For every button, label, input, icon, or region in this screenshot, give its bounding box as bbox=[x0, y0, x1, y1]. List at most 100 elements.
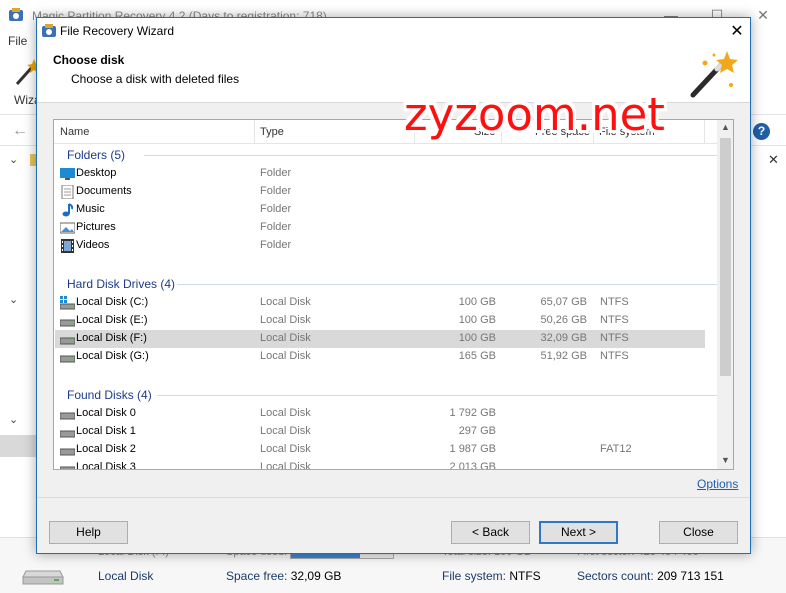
column-header-type[interactable]: Type bbox=[260, 126, 284, 138]
app-icon bbox=[42, 24, 56, 37]
column-header-name[interactable]: Name bbox=[60, 126, 89, 138]
dialog-titlebar: File Recovery Wizard ✕ bbox=[37, 18, 750, 45]
menu-file[interactable]: File bbox=[8, 34, 27, 48]
item-type: Folder bbox=[260, 203, 292, 215]
app-icon bbox=[9, 8, 23, 21]
list-item[interactable]: Documents Folder bbox=[55, 183, 705, 201]
dialog-subheading: Choose a disk with deleted files bbox=[71, 72, 240, 86]
disk-list[interactable]: Name Type Size Free space File system Fo… bbox=[53, 119, 734, 470]
item-size: 100 GB bbox=[458, 296, 496, 308]
drive-icon bbox=[60, 466, 75, 469]
drive-icon bbox=[60, 337, 75, 345]
options-link[interactable]: Options bbox=[697, 477, 738, 491]
list-item[interactable]: Local Disk (G:) Local Disk 165 GB 51,92 … bbox=[55, 348, 705, 366]
list-item[interactable]: Local Disk 1 Local Disk 297 GB bbox=[55, 423, 705, 441]
help-button[interactable]: Help bbox=[49, 521, 128, 544]
item-type: Local Disk bbox=[260, 296, 311, 308]
drive-icon bbox=[60, 412, 75, 420]
folder-tree: ⌄ ⌄ ⌄ bbox=[0, 147, 36, 537]
item-type: Local Disk bbox=[260, 314, 311, 326]
status-file-system-value: NTFS bbox=[509, 569, 541, 583]
item-name: Local Disk 0 bbox=[76, 407, 136, 419]
item-type: Local Disk bbox=[260, 461, 311, 470]
item-size: 1 792 GB bbox=[449, 407, 496, 419]
item-free-space: 32,09 GB bbox=[540, 332, 587, 344]
item-free-space: 65,07 GB bbox=[540, 296, 587, 308]
item-size: 100 GB bbox=[458, 314, 496, 326]
next-button[interactable]: Next > bbox=[539, 521, 618, 544]
item-free-space: 50,26 GB bbox=[540, 314, 587, 326]
help-icon[interactable]: ? bbox=[753, 123, 770, 140]
dialog-close-icon[interactable]: ✕ bbox=[727, 21, 747, 41]
system-drive-icon bbox=[60, 296, 75, 310]
item-size: 165 GB bbox=[458, 350, 496, 362]
drive-icon bbox=[60, 430, 75, 438]
status-sectors-count-label: Sectors count: bbox=[577, 569, 654, 583]
drive-icon bbox=[60, 319, 75, 327]
column-separator bbox=[704, 120, 705, 144]
item-type: Folder bbox=[260, 239, 292, 251]
item-name: Local Disk (C:) bbox=[76, 296, 149, 308]
status-space-free: Space free: 32,09 GB bbox=[226, 569, 341, 583]
group-divider bbox=[177, 284, 719, 285]
magic-wand-icon bbox=[690, 51, 738, 98]
list-item[interactable]: Local Disk 0 Local Disk 1 792 GB bbox=[55, 405, 705, 423]
item-size: 2 013 GB bbox=[449, 461, 496, 470]
drive-icon bbox=[60, 355, 75, 363]
back-arrow-icon[interactable]: ← bbox=[12, 122, 28, 140]
status-file-system: File system: NTFS bbox=[442, 569, 541, 583]
status-disk-label: Local Disk bbox=[98, 569, 154, 583]
watermark-text: zyzoom.net bbox=[404, 88, 665, 141]
item-name: Local Disk (E:) bbox=[76, 314, 148, 326]
item-name: Desktop bbox=[76, 167, 117, 179]
item-file-system: FAT12 bbox=[600, 443, 632, 455]
close-button[interactable]: Close bbox=[659, 521, 738, 544]
item-size: 297 GB bbox=[458, 425, 496, 437]
documents-icon bbox=[61, 185, 74, 199]
scroll-down-icon[interactable]: ▼ bbox=[717, 455, 733, 469]
scroll-up-icon[interactable]: ▲ bbox=[717, 122, 733, 136]
dialog-heading: Choose disk bbox=[53, 53, 125, 67]
item-type: Local Disk bbox=[260, 350, 311, 362]
item-free-space: 51,92 GB bbox=[540, 350, 587, 362]
item-type: Folder bbox=[260, 221, 292, 233]
status-sectors-count: Sectors count: 209 713 151 bbox=[577, 569, 724, 583]
status-file-system-label: File system: bbox=[442, 569, 507, 583]
tree-selected-item[interactable] bbox=[0, 435, 36, 457]
hard-disk-icon bbox=[22, 570, 64, 585]
status-space-free-label: Space free: bbox=[226, 569, 288, 583]
item-type: Local Disk bbox=[260, 443, 311, 455]
item-file-system: NTFS bbox=[600, 296, 629, 308]
chevron-down-icon[interactable]: ⌄ bbox=[9, 153, 18, 166]
item-size: 100 GB bbox=[458, 332, 496, 344]
item-name: Local Disk 1 bbox=[76, 425, 136, 437]
list-item[interactable]: Local Disk (C:) Local Disk 100 GB 65,07 … bbox=[55, 294, 705, 312]
group-divider bbox=[157, 395, 719, 396]
list-item[interactable]: Desktop Folder bbox=[55, 165, 705, 183]
dialog-title: File Recovery Wizard bbox=[60, 24, 175, 38]
chevron-down-icon[interactable]: ⌄ bbox=[9, 413, 18, 426]
status-space-free-value: 32,09 GB bbox=[290, 569, 342, 583]
list-item[interactable]: Local Disk 2 Local Disk 1 987 GB FAT12 bbox=[55, 441, 705, 459]
list-item[interactable]: Music Folder bbox=[55, 201, 705, 219]
vertical-scrollbar[interactable]: ▲ ▼ bbox=[717, 120, 733, 469]
back-button[interactable]: < Back bbox=[451, 521, 530, 544]
list-item[interactable]: Pictures Folder bbox=[55, 219, 705, 237]
list-item-selected[interactable]: Local Disk (F:) Local Disk 100 GB 32,09 … bbox=[55, 330, 705, 348]
list-item[interactable]: Local Disk 3 Local Disk 2 013 GB bbox=[55, 459, 705, 470]
list-item[interactable]: Local Disk (E:) Local Disk 100 GB 50,26 … bbox=[55, 312, 705, 330]
chevron-down-icon[interactable]: ⌄ bbox=[9, 293, 18, 306]
item-type: Folder bbox=[260, 167, 292, 179]
list-item[interactable]: Videos Folder bbox=[55, 237, 705, 255]
column-separator bbox=[254, 120, 255, 144]
scrollbar-thumb[interactable] bbox=[720, 138, 731, 376]
videos-icon bbox=[61, 239, 74, 253]
music-icon bbox=[62, 203, 74, 217]
pictures-icon bbox=[60, 222, 75, 234]
group-header-found-disks: Found Disks (4) bbox=[67, 388, 152, 402]
item-type: Local Disk bbox=[260, 332, 311, 344]
close-panel-icon[interactable]: ✕ bbox=[768, 152, 779, 168]
item-name: Local Disk 3 bbox=[76, 461, 136, 470]
footer-divider bbox=[37, 497, 750, 498]
item-file-system: NTFS bbox=[600, 332, 629, 344]
